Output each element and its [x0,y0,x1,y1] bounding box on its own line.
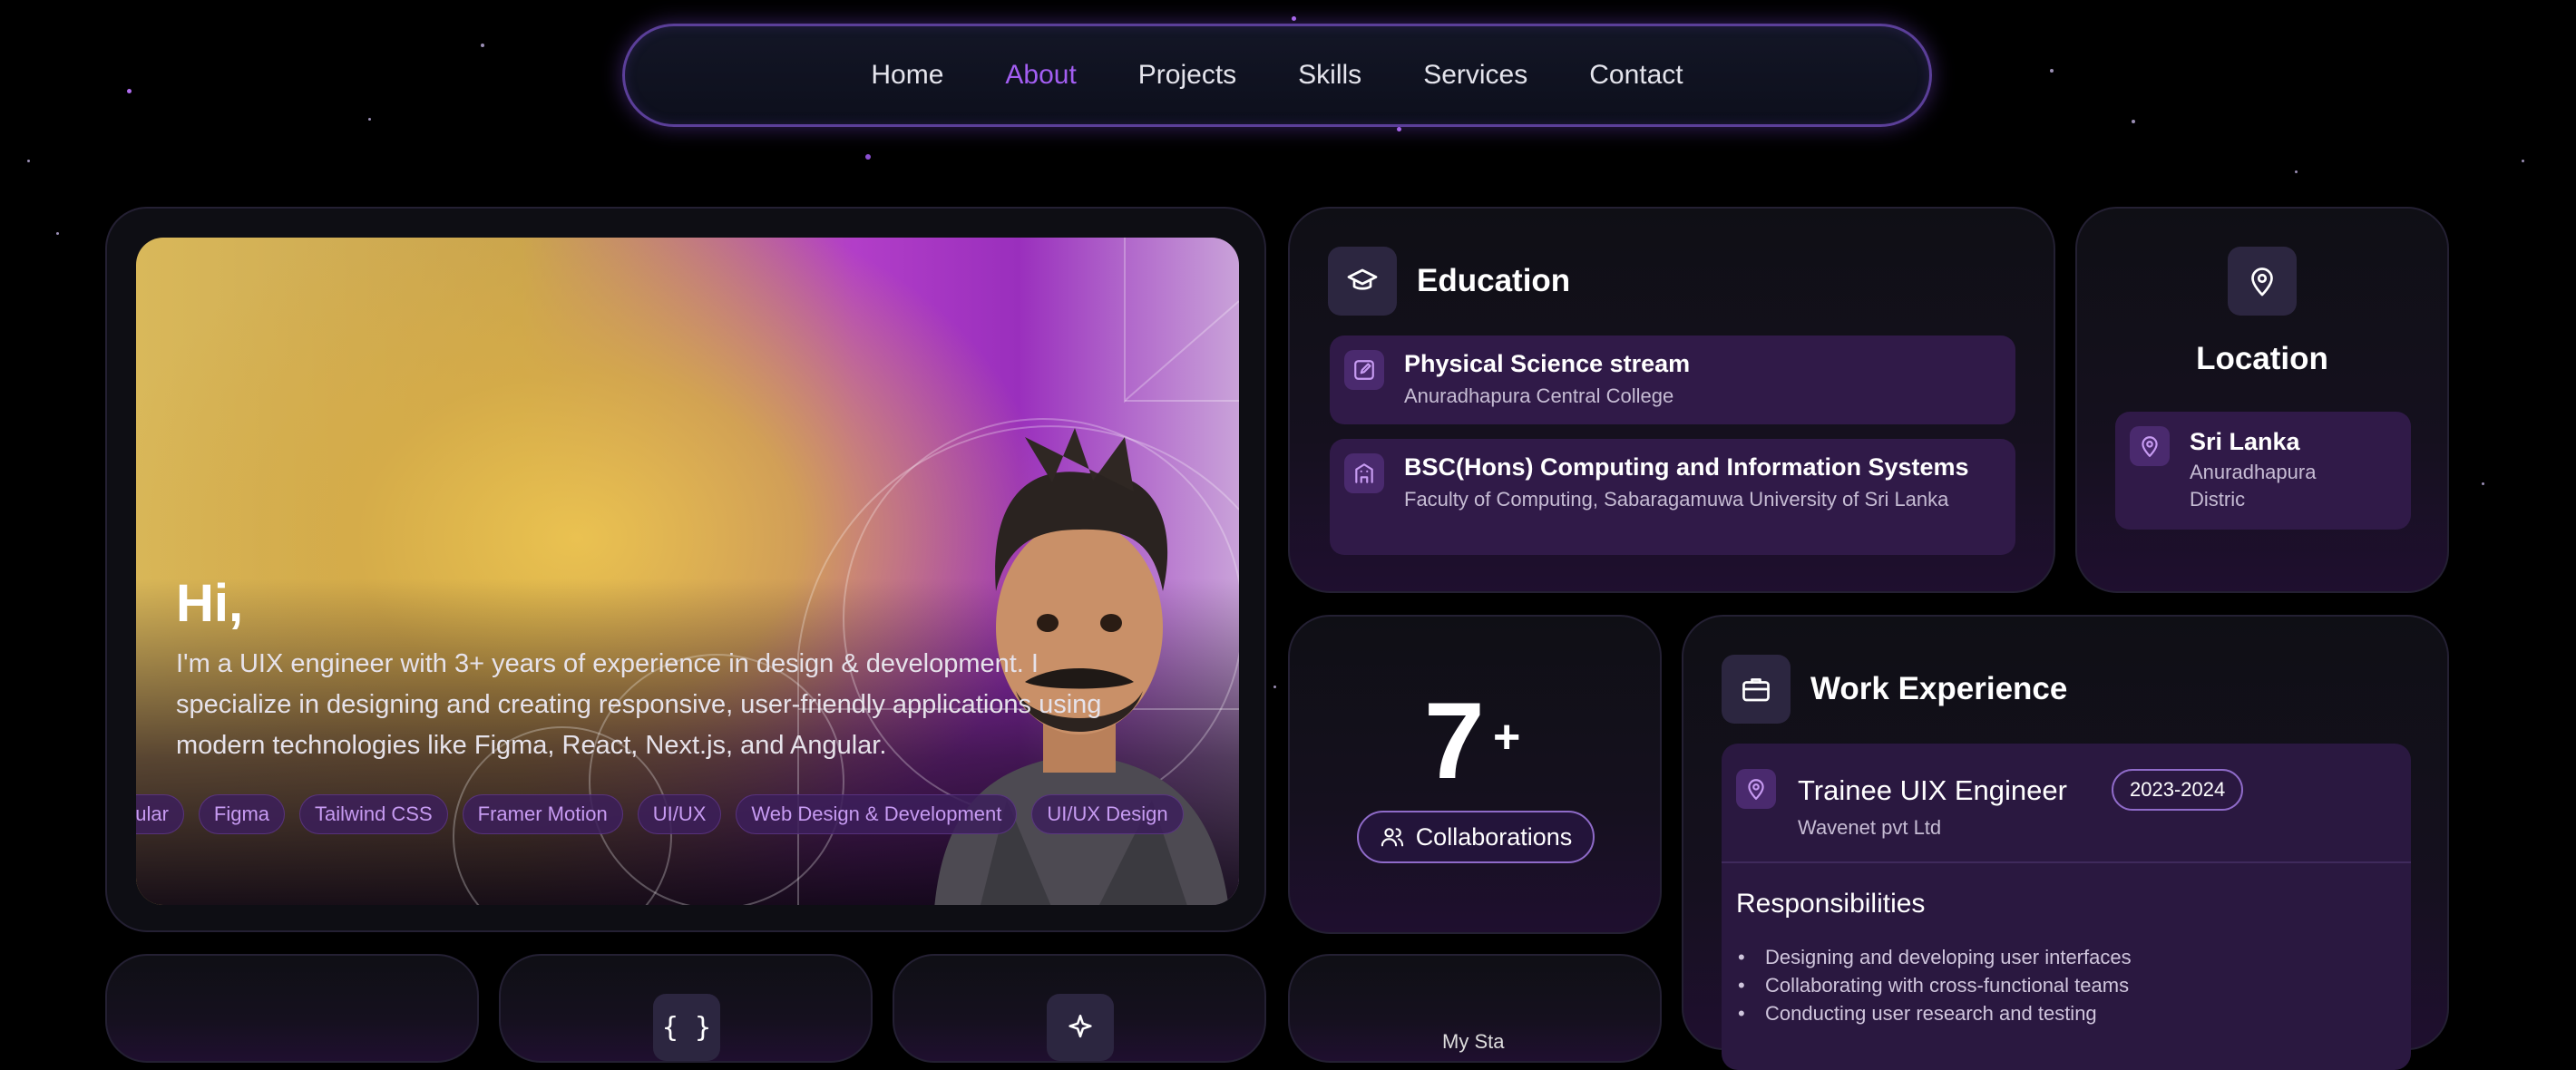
location-country: Sri Lanka [2190,428,2300,455]
tech-tag: Framer Motion [462,794,623,834]
nav-contact[interactable]: Contact [1558,60,1713,91]
location-detail: Anuradhapura Distric [2190,461,2317,511]
education-item-title: Physical Science stream [1404,350,1691,377]
location-card: Location Sri Lanka Anuradhapura Distric [2075,207,2449,593]
briefcase-icon [1722,655,1791,724]
location-title: Location [2196,341,2328,376]
education-item-subtitle: Faculty of Computing, Sabaragamuwa Unive… [1404,488,1949,511]
partial-heading: My Sta [1442,1030,1505,1053]
tech-tag: UI/UX Design [1031,794,1184,834]
education-title: Education [1417,263,1571,298]
sparkle-icon [1047,994,1114,1061]
education-item-title: BSC(Hons) Computing and Information Syst… [1404,453,1969,481]
education-item: BSC(Hons) Computing and Information Syst… [1330,439,2015,555]
tech-tags-marquee: gular Figma Tailwind CSS Framer Motion U… [136,794,1184,834]
work-role: Trainee UIX Engineer [1798,774,2067,806]
responsibility-item: Conducting user research and testing [1738,999,2132,1027]
work-experience-card: Work Experience Trainee UIX Engineer 202… [1682,615,2449,1070]
responsibilities-list: Designing and developing user interfaces… [1738,943,2132,1027]
location-pin-icon [2130,426,2170,466]
code-braces-icon: { } [653,994,720,1061]
divider [1722,861,2411,863]
nav-skills[interactable]: Skills [1267,60,1392,91]
bottom-card-2: { } [499,954,873,1063]
work-item: Trainee UIX Engineer 2023-2024 Wavenet p… [1722,744,2411,1070]
collaborations-count: 7 [1424,680,1485,802]
top-navigation: Home About Projects Skills Services Cont… [622,24,1932,127]
nav-home[interactable]: Home [840,60,974,91]
bottom-card-4: My Sta [1288,954,1662,1063]
map-pin-icon [2228,247,2297,316]
education-card: Education Physical Science stream Anurad… [1288,207,2055,593]
tech-tag: Web Design & Development [736,794,1018,834]
edit-icon [1344,350,1384,390]
work-company: Wavenet pvt Ltd [1798,816,1942,839]
collaborations-card: 7 + Collaborations [1288,615,1662,934]
responsibilities-title: Responsibilities [1736,889,1926,919]
graduation-cap-icon [1328,247,1397,316]
collaborations-button[interactable]: Collaborations [1357,811,1595,863]
work-years-badge: 2023-2024 [2112,769,2244,811]
hero-banner: Hi, I'm a UIX engineer with 3+ years of … [136,238,1239,905]
users-icon [1381,828,1403,847]
education-item-subtitle: Anuradhapura Central College [1404,384,1674,407]
location-item: Sri Lanka Anuradhapura Distric [2115,412,2411,530]
collaborations-plus: + [1493,711,1521,764]
work-location-icon [1736,769,1776,809]
tech-tag: Tailwind CSS [299,794,448,834]
bottom-card-3 [893,954,1266,1063]
tech-tag: gular [136,794,184,834]
hero-intro: I'm a UIX engineer with 3+ years of expe… [176,649,1102,760]
nav-projects[interactable]: Projects [1107,60,1267,91]
hero-greeting: Hi, [176,574,244,633]
hero-card: Hi, I'm a UIX engineer with 3+ years of … [105,207,1266,932]
bottom-card-1 [105,954,479,1063]
education-item: Physical Science stream Anuradhapura Cen… [1330,336,2015,424]
building-icon [1344,453,1384,493]
tech-tag: Figma [198,794,286,834]
responsibility-item: Collaborating with cross-functional team… [1738,971,2132,999]
nav-services[interactable]: Services [1392,60,1558,91]
collaborations-label: Collaborations [1415,822,1573,851]
work-experience-title: Work Experience [1810,671,2068,706]
nav-about[interactable]: About [974,60,1107,91]
tech-tag: UI/UX [637,794,722,834]
responsibility-item: Designing and developing user interfaces [1738,943,2132,971]
